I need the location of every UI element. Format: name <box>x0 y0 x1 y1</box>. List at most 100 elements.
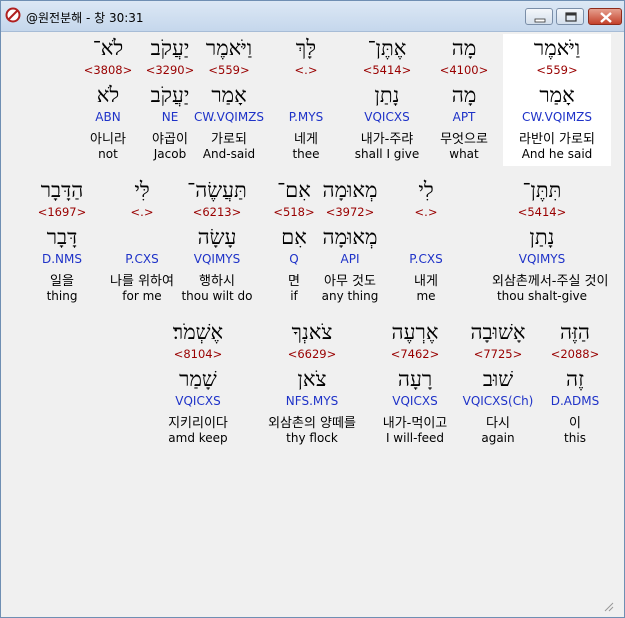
word-block[interactable]: אֶתֶּן־ <5414> נָתַן VQICXS 내가-주랴 shall I giv… <box>349 34 425 166</box>
word-block[interactable]: וַיֹּאמֶר <559> אָמַר CW.VQIMZS 라반이 가로되 And h… <box>503 34 611 166</box>
hebrew-lemma: דָּבָר <box>46 225 78 249</box>
strong-number: <8104> <box>173 347 223 361</box>
english-gloss: thou shalt-give <box>496 289 588 303</box>
word-block[interactable]: לִּי <.> P.CXS 나를 위하여 for me <box>104 176 180 308</box>
korean-gloss: 내게 <box>414 274 438 289</box>
strong-number: <7725> <box>473 347 523 361</box>
english-gloss: And he said <box>521 147 593 161</box>
korean-gloss: 아니라 <box>90 132 126 147</box>
parsing-code: P.CXS <box>125 252 159 266</box>
korean-gloss: 행하시 <box>199 274 235 289</box>
word-block[interactable]: אֶרְעֶה <7462> רָעָה VQICXS 내가-먹이고 I will-fee… <box>369 318 461 450</box>
strong-number: <518> <box>273 205 315 219</box>
hebrew-word: לִּי <box>134 178 150 202</box>
hebrew-word: אֶרְעֶה <box>391 320 439 344</box>
hebrew-word: הַדָּבָר <box>40 178 84 202</box>
word-block[interactable]: לִי <.> P.CXS 내게 me <box>388 176 464 308</box>
korean-gloss: 일을 <box>50 274 74 289</box>
maximize-button[interactable] <box>556 8 584 25</box>
korean-gloss: 무엇으로 <box>440 132 488 147</box>
parsing-code: P.CXS <box>409 252 443 266</box>
interlinear-content: וַיֹּאמֶר <559> אָמַר CW.VQIMZS 라반이 가로되 And h… <box>5 32 616 611</box>
window-title: @원전분해 - 창 30:31 <box>26 11 144 25</box>
parsing-code: NFS.MYS <box>285 394 339 408</box>
strong-number: <6213> <box>192 205 242 219</box>
parsing-code: APT <box>452 110 476 124</box>
hebrew-lemma: אִם <box>281 225 307 249</box>
strong-number: <2088> <box>550 347 600 361</box>
word-block[interactable]: הַדָּבָר <1697> דָּבָר D.NMS 일을 thing <box>24 176 100 308</box>
korean-gloss: 지키리이다 <box>168 416 228 431</box>
korean-gloss: 외삼촌께서-주실 것이 <box>492 274 609 289</box>
hebrew-word: לִי <box>418 178 434 202</box>
word-block[interactable]: תַּעֲשֶׂה־ <6213> עָשָׂה VQIMYS 행하시 thou wilt… <box>179 176 255 308</box>
strong-number: <5414> <box>517 205 567 219</box>
hebrew-lemma: רָעָה <box>397 367 433 391</box>
korean-gloss: 네게 <box>294 132 318 147</box>
parsing-code: P.MYS <box>288 110 324 124</box>
english-gloss: shall I give <box>354 147 420 161</box>
english-gloss: not <box>98 147 118 161</box>
hebrew-word: תַּעֲשֶׂה־ <box>187 178 247 202</box>
parsing-code: VQICXS(Ch) <box>462 394 534 408</box>
hebrew-word: צֹאנְךָ <box>291 320 333 344</box>
word-block[interactable]: לָּךְ <.> P.MYS 네게 thee <box>268 34 344 166</box>
hebrew-lemma: נָתַן <box>374 83 400 107</box>
strong-number: <3808> <box>83 63 133 77</box>
english-gloss: amd keep <box>168 431 228 445</box>
word-block[interactable]: צֹאנְךָ <6629> צֹאן NFS.MYS 외삼촌의 양떼를 thy floc… <box>262 318 362 450</box>
parsing-code: D.ADMS <box>550 394 600 408</box>
app-icon <box>5 7 21 23</box>
app-window: @원전분해 - 창 30:31 וַיֹּאמֶר <559> אָמַר CW.VQ… <box>0 0 625 618</box>
english-gloss: this <box>564 431 586 445</box>
hebrew-word: הַזֶּה <box>559 320 590 344</box>
hebrew-lemma: עָשָׂה <box>197 225 237 249</box>
hebrew-word: לֹא־ <box>92 36 124 60</box>
word-block[interactable]: אֶשְׁמֹר׃ <8104> שָׁמַר VQICXS 지키리이다 amd keep <box>160 318 236 450</box>
interlinear-panel: וַיֹּאמֶר <559> אָמַר CW.VQIMZS 라반이 가로되 And h… <box>5 32 616 612</box>
parsing-code: VQIMYS <box>193 252 241 266</box>
korean-gloss: 외삼촌의 양떼를 <box>268 416 356 431</box>
hebrew-lemma: זֶה <box>566 367 584 391</box>
hebrew-lemma: מָה <box>451 83 477 107</box>
title-bar[interactable]: @원전분해 - 창 30:31 <box>1 1 624 32</box>
hebrew-word: אֶתֶּן־ <box>367 36 407 60</box>
parsing-code: VQIMYS <box>518 252 566 266</box>
hebrew-lemma: נָתַן <box>529 225 555 249</box>
word-block[interactable]: הַזֶּה <2088> זֶה D.ADMS 이 this <box>537 318 613 450</box>
word-block[interactable]: תִּתֶּן־ <5414> נָתַן VQIMYS 외삼촌께서-주실 것이 thou… <box>492 176 609 308</box>
hebrew-lemma: שׁוּב <box>482 367 514 391</box>
strong-number: <559> <box>536 63 578 77</box>
parsing-code: CW.VQIMZS <box>521 110 593 124</box>
korean-gloss: 면 <box>288 274 300 289</box>
parsing-code: VQICXS <box>175 394 221 408</box>
korean-gloss: 나를 위하여 <box>110 274 174 289</box>
word-block[interactable]: לֹא־ <3808> לֹא ABN 아니라 not <box>70 34 146 166</box>
hebrew-lemma: לֹא <box>96 83 120 107</box>
strong-number: <5414> <box>362 63 412 77</box>
english-gloss: me <box>416 289 436 303</box>
parsing-code: D.NMS <box>41 252 82 266</box>
word-block[interactable]: מָה <4100> מָה APT 무엇으로 what <box>426 34 502 166</box>
english-gloss: for me <box>122 289 162 303</box>
parsing-code: VQICXS <box>364 110 410 124</box>
korean-gloss: 내가-먹이고 <box>382 416 448 431</box>
parsing-code: VQICXS <box>392 394 438 408</box>
english-gloss: thing <box>46 289 78 303</box>
word-block[interactable]: אִם־ <518> אִם Q 면 if <box>256 176 332 308</box>
strong-number: <1697> <box>37 205 87 219</box>
hebrew-lemma: שָׁמַר <box>179 367 217 391</box>
hebrew-word: לָּךְ <box>295 36 317 60</box>
word-block[interactable]: אָשׁוּבָה <7725> שׁוּב VQICXS(Ch) 다시 again <box>460 318 536 450</box>
parsing-code: Q <box>289 252 299 266</box>
strong-number: <.> <box>130 205 154 219</box>
resize-grip-icon[interactable] <box>602 597 614 612</box>
english-gloss: thy flock <box>286 431 338 445</box>
minimize-button[interactable] <box>525 8 553 25</box>
hebrew-lemma: צֹאן <box>297 367 327 391</box>
english-gloss: if <box>290 289 298 303</box>
close-button[interactable] <box>588 8 622 25</box>
parsing-code: ABN <box>95 110 121 124</box>
english-gloss: thee <box>292 147 320 161</box>
english-gloss: I will-feed <box>385 431 445 445</box>
